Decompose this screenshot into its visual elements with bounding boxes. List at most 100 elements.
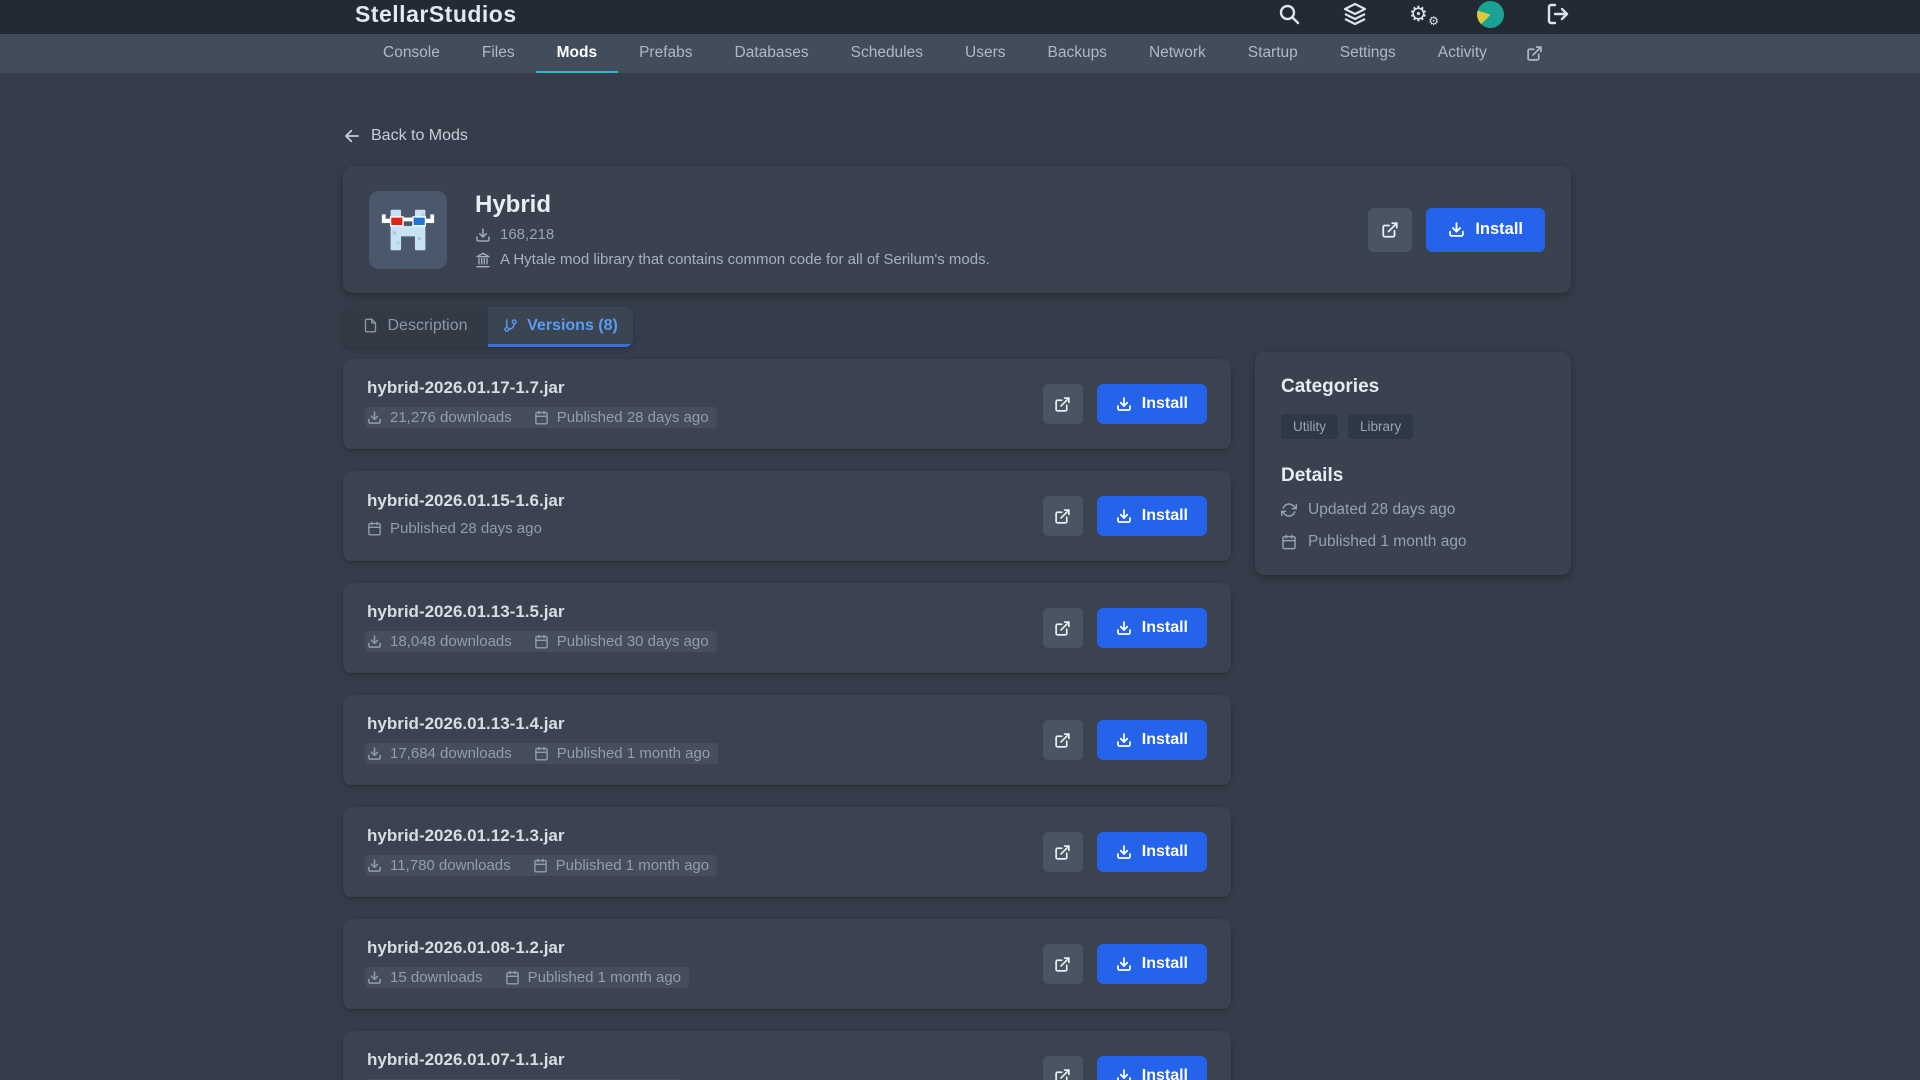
- version-external-link-button[interactable]: [1043, 1056, 1083, 1080]
- external-link-icon: [1381, 221, 1399, 239]
- calendar-icon: [533, 858, 548, 873]
- calendar-icon: [1281, 534, 1297, 550]
- calendar-icon: [534, 410, 549, 425]
- nav-external-link-icon[interactable]: [1508, 34, 1561, 73]
- download-icon: [367, 634, 382, 649]
- version-external-link-button[interactable]: [1043, 384, 1083, 424]
- nav-item-startup[interactable]: Startup: [1227, 34, 1319, 73]
- version-published: Published 30 days ago: [534, 633, 709, 650]
- mod-external-link-button[interactable]: [1368, 208, 1412, 252]
- version-filename: hybrid-2026.01.13-1.5.jar: [367, 602, 717, 622]
- nav-item-network[interactable]: Network: [1128, 34, 1227, 73]
- nav-item-schedules[interactable]: Schedules: [830, 34, 944, 73]
- nav-item-console[interactable]: Console: [362, 34, 461, 73]
- git-branch-icon: [503, 318, 518, 333]
- download-icon: [475, 227, 491, 243]
- version-downloads: 21,276 downloads: [367, 409, 512, 426]
- version-published: Published 1 month ago: [534, 745, 710, 762]
- version-row: hybrid-2026.01.15-1.6.jar Published 28 d…: [343, 471, 1231, 561]
- version-external-link-button[interactable]: [1043, 944, 1083, 984]
- version-install-button[interactable]: Install: [1097, 384, 1207, 424]
- version-published: Published 28 days ago: [534, 409, 709, 426]
- download-icon: [1116, 844, 1132, 860]
- version-filename: hybrid-2026.01.17-1.7.jar: [367, 378, 717, 398]
- version-external-link-button[interactable]: [1043, 832, 1083, 872]
- nav-item-settings[interactable]: Settings: [1319, 34, 1417, 73]
- mod-header-card: Hybrid 168,218 A Hytale mod library that…: [343, 166, 1571, 293]
- nav-item-files[interactable]: Files: [461, 34, 536, 73]
- details-title: Details: [1281, 465, 1545, 487]
- version-external-link-button[interactable]: [1043, 608, 1083, 648]
- versions-list: hybrid-2026.01.17-1.7.jar 21,276 downloa…: [343, 359, 1231, 1080]
- download-icon: [367, 746, 382, 761]
- version-filename: hybrid-2026.01.08-1.2.jar: [367, 938, 689, 958]
- logout-icon[interactable]: [1546, 2, 1570, 26]
- server-nav: Console Files Mods Prefabs Databases Sch…: [0, 34, 1920, 73]
- version-row: hybrid-2026.01.13-1.4.jar 17,684 downloa…: [343, 695, 1231, 785]
- version-downloads: 17,684 downloads: [367, 745, 512, 762]
- back-to-mods-link[interactable]: Back to Mods: [343, 127, 468, 145]
- refresh-icon: [1281, 502, 1297, 518]
- nav-item-prefabs[interactable]: Prefabs: [618, 34, 713, 73]
- calendar-icon: [367, 521, 382, 536]
- version-install-button[interactable]: Install: [1097, 1056, 1207, 1080]
- version-row: hybrid-2026.01.07-1.1.jar 9 downloads Pu…: [343, 1031, 1231, 1080]
- avatar[interactable]: [1477, 1, 1504, 28]
- download-icon: [367, 410, 382, 425]
- detail-updated: Updated 28 days ago: [1281, 501, 1545, 519]
- download-icon: [1116, 956, 1132, 972]
- search-icon[interactable]: [1277, 2, 1301, 26]
- layers-icon[interactable]: [1343, 2, 1367, 26]
- category-tag-utility: Utility: [1281, 414, 1338, 439]
- nav-item-backups[interactable]: Backups: [1026, 34, 1127, 73]
- mod-detail-tabs: Description Versions (8): [343, 307, 633, 347]
- version-downloads: 18,048 downloads: [367, 633, 512, 650]
- mod-install-button[interactable]: Install: [1426, 208, 1545, 252]
- external-link-icon: [1054, 620, 1071, 637]
- arrow-left-icon: [343, 127, 361, 145]
- version-external-link-button[interactable]: [1043, 496, 1083, 536]
- tab-description[interactable]: Description: [343, 307, 488, 347]
- top-header-bar: StellarStudios ⚙⚙: [0, 0, 1920, 34]
- nav-item-mods[interactable]: Mods: [536, 34, 618, 73]
- version-downloads: 15 downloads: [367, 969, 483, 986]
- brand-logo[interactable]: StellarStudios: [355, 1, 517, 28]
- version-filename: hybrid-2026.01.13-1.4.jar: [367, 714, 718, 734]
- file-icon: [363, 318, 378, 333]
- download-icon: [367, 858, 382, 873]
- version-install-button[interactable]: Install: [1097, 832, 1207, 872]
- category-tags: Utility Library: [1281, 414, 1545, 439]
- category-tag-library: Library: [1348, 414, 1413, 439]
- download-icon: [1448, 221, 1465, 238]
- mod-icon: [369, 191, 447, 269]
- version-install-button[interactable]: Install: [1097, 944, 1207, 984]
- external-link-icon: [1526, 45, 1543, 62]
- version-filename: hybrid-2026.01.15-1.6.jar: [367, 491, 565, 511]
- version-install-button[interactable]: Install: [1097, 608, 1207, 648]
- gears-icon[interactable]: ⚙⚙: [1409, 2, 1435, 26]
- version-filename: hybrid-2026.01.07-1.1.jar: [367, 1050, 681, 1070]
- download-icon: [367, 970, 382, 985]
- version-install-button[interactable]: Install: [1097, 720, 1207, 760]
- mod-description: A Hytale mod library that contains commo…: [500, 251, 990, 268]
- external-link-icon: [1054, 396, 1071, 413]
- mod-title: Hybrid: [475, 191, 990, 219]
- nav-item-databases[interactable]: Databases: [714, 34, 830, 73]
- tab-versions[interactable]: Versions (8): [488, 307, 633, 347]
- version-row: hybrid-2026.01.08-1.2.jar 15 downloads P…: [343, 919, 1231, 1009]
- external-link-icon: [1054, 956, 1071, 973]
- external-link-icon: [1054, 844, 1071, 861]
- version-external-link-button[interactable]: [1043, 720, 1083, 760]
- nav-item-activity[interactable]: Activity: [1417, 34, 1508, 73]
- calendar-icon: [505, 970, 520, 985]
- download-icon: [1116, 732, 1132, 748]
- version-published: Published 1 month ago: [505, 969, 681, 986]
- categories-title: Categories: [1281, 376, 1545, 398]
- version-published: Published 28 days ago: [367, 520, 542, 537]
- mod-info-sidebar: Categories Utility Library Details Updat…: [1255, 352, 1571, 575]
- version-install-button[interactable]: Install: [1097, 496, 1207, 536]
- download-icon: [1116, 1068, 1132, 1080]
- nav-item-users[interactable]: Users: [944, 34, 1026, 73]
- version-row: hybrid-2026.01.13-1.5.jar 18,048 downloa…: [343, 583, 1231, 673]
- mod-download-count: 168,218: [500, 226, 554, 243]
